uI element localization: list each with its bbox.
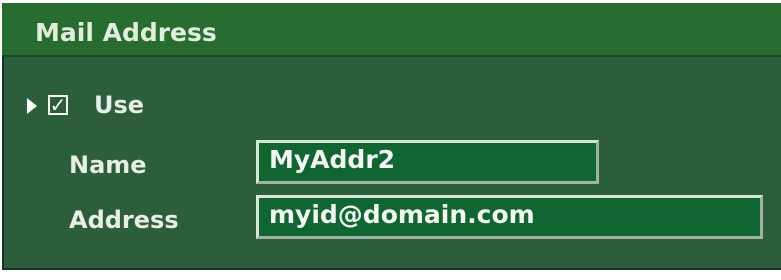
mail-address-panel: Mail Address ✓ Use Name MyAddr2 Address … [0,0,781,280]
section-title: Mail Address [35,18,217,47]
name-label: Name [69,151,147,179]
selection-pointer-icon [27,98,37,114]
address-input[interactable]: myid@domain.com [256,195,763,239]
address-label: Address [69,206,179,234]
section-header: Mail Address [2,3,781,57]
use-label: Use [94,91,145,119]
check-icon: ✓ [49,93,67,117]
use-checkbox[interactable]: ✓ [48,95,68,115]
name-input[interactable]: MyAddr2 [256,140,599,184]
